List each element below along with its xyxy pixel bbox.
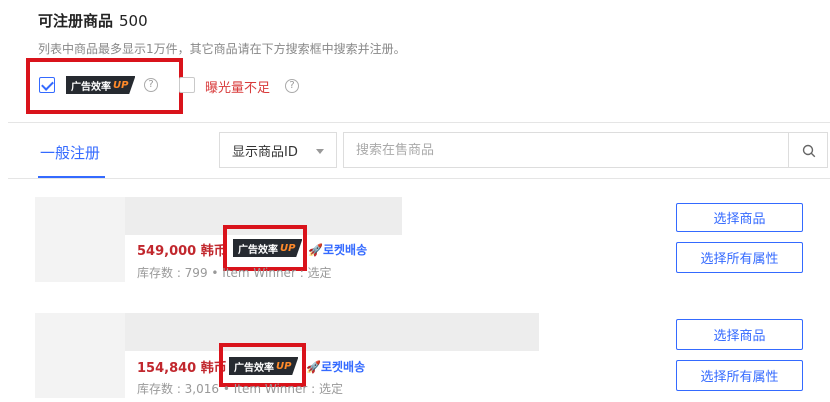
select-all-options-button[interactable]: 选择所有属性 (676, 360, 803, 391)
ad-badge-up: UP (113, 79, 129, 91)
product-price: 154,840 韩币 (137, 361, 227, 376)
product-thumbnail-blurred (35, 313, 125, 398)
select-value: 显示商品ID (232, 144, 298, 160)
ad-badge-text: 广告效率 (71, 81, 111, 93)
search-icon (802, 144, 816, 158)
ad-badge-up: UP (276, 360, 292, 372)
help-circle-icon[interactable]: ? (144, 78, 158, 92)
tab-general-registration[interactable]: 一般注册 (40, 142, 100, 163)
product-stock-info: 库存数 : 3,016 • Item Winner : 选定 (137, 382, 343, 396)
rocket-icon: 🚀 (308, 243, 323, 257)
product-name-blurred (125, 313, 539, 351)
ad-efficiency-badge: 广告效率 UP (233, 239, 303, 257)
select-all-options-button[interactable]: 选择所有属性 (676, 242, 803, 273)
select-product-button[interactable]: 选择商品 (676, 319, 803, 350)
rocket-delivery-label: 🚀로켓배송 (308, 241, 367, 258)
ad-efficiency-checkbox[interactable] (39, 77, 55, 93)
search-button[interactable] (788, 132, 828, 168)
product-price: 549,000 韩币 (137, 244, 227, 259)
ad-efficiency-badge: 广告效率 UP (66, 76, 136, 94)
page-subtitle: 列表中商品最多显示1万件，其它商品请在下方搜索框中搜索并注册。 (38, 42, 406, 56)
title-count: 500 (119, 12, 148, 30)
caret-down-icon (316, 149, 324, 154)
search-input[interactable] (343, 132, 788, 168)
ad-efficiency-badge: 广告效率 UP (229, 357, 299, 375)
low-exposure-label: 曝光量不足 (205, 81, 271, 96)
select-product-button[interactable]: 选择商品 (676, 203, 803, 232)
tabs-divider (8, 178, 830, 179)
ad-badge-up: UP (280, 242, 296, 254)
page-title: 可注册商品 500 (38, 10, 148, 31)
rocket-delivery-text: 로켓배송 (322, 243, 368, 257)
low-exposure-checkbox[interactable] (179, 77, 195, 93)
rocket-icon: 🚀 (306, 360, 321, 374)
id-display-select[interactable]: 显示商品ID (219, 132, 337, 168)
product-thumbnail-blurred (35, 197, 125, 282)
product-stock-info: 库存数 : 799 • Item Winner : 选定 (137, 266, 332, 280)
rocket-delivery-label: 🚀로켓배송 (306, 358, 365, 375)
filter-divider (8, 122, 830, 123)
title-text: 可注册商品 (38, 12, 114, 30)
help-circle-icon[interactable]: ? (285, 79, 299, 93)
rocket-delivery-text: 로켓배송 (320, 360, 366, 374)
ad-badge-text: 广告效率 (234, 362, 274, 374)
ad-badge-text: 广告效率 (238, 244, 278, 256)
